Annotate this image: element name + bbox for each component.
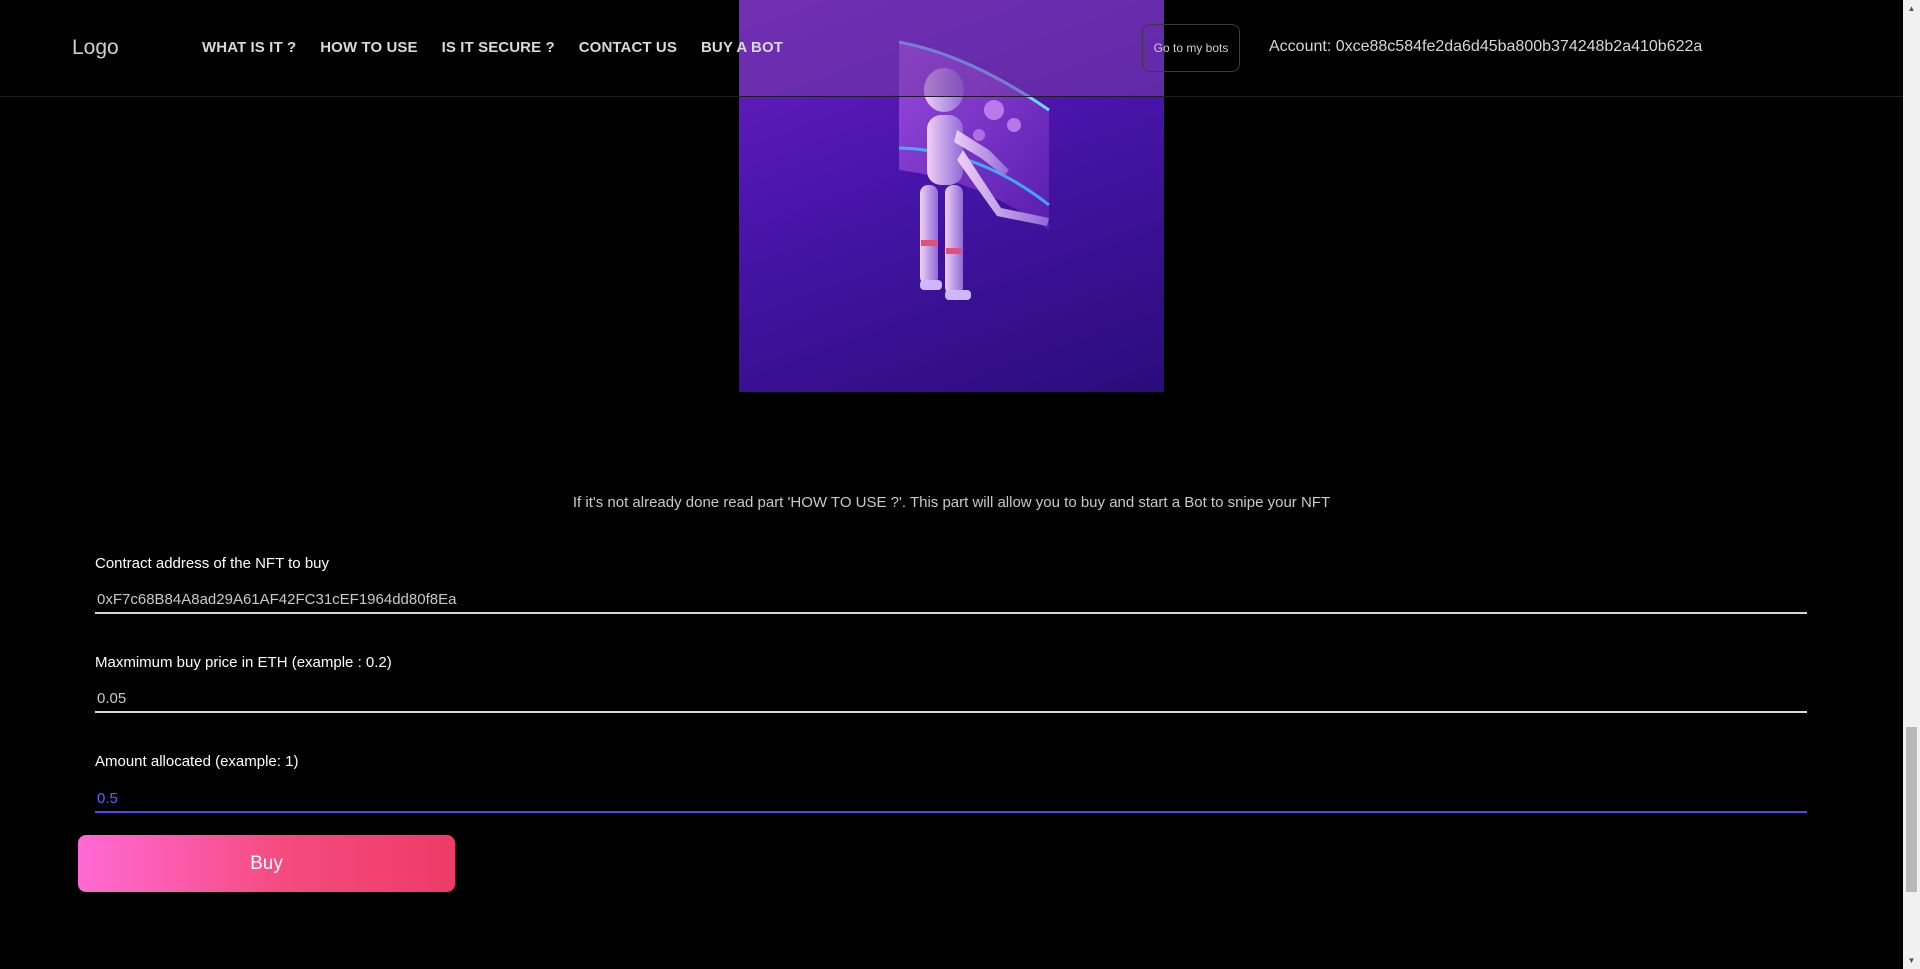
max-price-label: Maxmimum buy price in ETH (example : 0.2… [95, 654, 392, 671]
nav-how-to-use[interactable]: HOW TO USE [320, 39, 417, 56]
nav-contact-us[interactable]: CONTACT US [579, 39, 677, 56]
main-nav: WHAT IS IT ? HOW TO USE IS IT SECURE ? C… [202, 39, 783, 56]
max-price-input[interactable] [95, 685, 1807, 713]
amount-allocated-input[interactable] [95, 785, 1807, 813]
buy-button[interactable]: Buy [78, 835, 455, 892]
top-navbar: Logo WHAT IS IT ? HOW TO USE IS IT SECUR… [0, 0, 1903, 97]
nav-buy-a-bot[interactable]: BUY A BOT [701, 39, 783, 56]
nav-is-it-secure[interactable]: IS IT SECURE ? [442, 39, 555, 56]
account-address: Account: 0xce88c584fe2da6d45ba800b374248… [1269, 38, 1703, 55]
contract-address-input[interactable] [95, 586, 1807, 614]
vertical-scrollbar[interactable]: ▲ ▼ [1903, 0, 1920, 969]
nav-what-is-it[interactable]: WHAT IS IT ? [202, 39, 296, 56]
scroll-down-arrow-icon[interactable]: ▼ [1903, 952, 1920, 969]
contract-address-label: Contract address of the NFT to buy [95, 555, 330, 572]
page: Logo WHAT IS IT ? HOW TO USE IS IT SECUR… [0, 0, 1920, 969]
logo[interactable]: Logo [72, 36, 119, 60]
go-to-my-bots-button[interactable]: Go to my bots [1142, 24, 1240, 72]
intro-text: If it's not already done read part 'HOW … [572, 494, 1331, 511]
amount-allocated-label: Amount allocated (example: 1) [95, 753, 299, 770]
scroll-up-arrow-icon[interactable]: ▲ [1903, 0, 1920, 17]
scrollbar-thumb[interactable] [1906, 727, 1917, 892]
